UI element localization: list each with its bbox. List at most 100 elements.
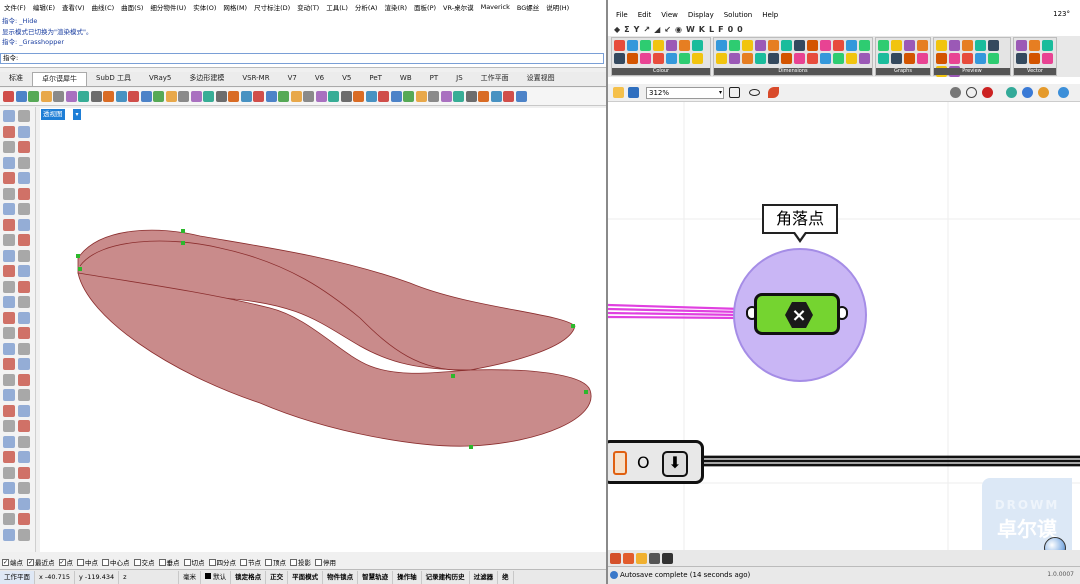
command-input[interactable]: 指令: (0, 53, 604, 64)
grasshopper-component-icon[interactable] (640, 40, 651, 51)
rhino-tool-icon[interactable] (3, 296, 15, 308)
rhino-tool-icon[interactable] (90, 91, 102, 102)
rhino-tool-icon[interactable] (78, 91, 89, 102)
rhino-tool-icon[interactable] (18, 373, 30, 386)
open-icon[interactable] (613, 87, 624, 98)
osnap-checkbox[interactable]: ✓ (27, 558, 34, 566)
grasshopper-component-icon[interactable] (755, 40, 766, 51)
menu-item[interactable]: 渲染(R) (384, 2, 407, 12)
rhino-tool-icon[interactable] (365, 91, 377, 102)
grasshopper-component-icon[interactable] (1029, 53, 1040, 64)
osnap-7[interactable]: 切点 (183, 557, 207, 567)
tab-item[interactable]: PeT (360, 72, 391, 86)
rhino-tool-icon[interactable] (18, 389, 30, 401)
grasshopper-component-icon[interactable] (755, 53, 766, 64)
rhino-tool-icon[interactable] (65, 91, 77, 102)
status-toggle[interactable]: 绝 (498, 570, 514, 584)
rhino-tool-icon[interactable] (18, 280, 30, 293)
menu-item[interactable]: 编辑(E) (33, 2, 55, 12)
grasshopper-component-icon[interactable] (878, 40, 889, 51)
grasshopper-component-icon[interactable] (936, 40, 947, 51)
grasshopper-component-icon[interactable] (614, 53, 625, 64)
zoom-combo[interactable]: 312% ▾ (646, 87, 724, 99)
model-surfaces[interactable] (40, 108, 606, 552)
gh-menu-item[interactable]: Help (762, 11, 778, 19)
grasshopper-component-icon[interactable] (833, 40, 844, 51)
rhino-tool-icon[interactable] (3, 528, 15, 541)
osnap-1[interactable]: ✓ 最近点 (27, 557, 57, 567)
rhino-tool-icon[interactable] (18, 172, 30, 184)
osnap-checkbox[interactable] (315, 558, 322, 566)
osnap-checkbox[interactable] (265, 558, 272, 566)
footer-tool-icon[interactable] (636, 552, 647, 564)
tab-item[interactable]: 标准 (0, 72, 32, 86)
status-toggle[interactable]: 平面模式 (288, 570, 324, 584)
rhino-tool-icon[interactable] (18, 187, 30, 200)
grasshopper-component-icon[interactable] (640, 53, 651, 64)
grasshopper-component-icon[interactable] (949, 40, 960, 51)
grasshopper-component-icon[interactable] (729, 40, 740, 51)
brush-icon[interactable] (768, 87, 779, 98)
rhino-tool-icon[interactable] (3, 249, 15, 262)
rhino-tool-icon[interactable] (18, 497, 30, 510)
tab-item[interactable]: PT (421, 72, 448, 86)
gh-component-tab[interactable]: Σ (624, 25, 629, 34)
rhino-tool-icon[interactable] (18, 141, 30, 153)
gh-component-tab[interactable]: ◆ (614, 25, 620, 34)
grasshopper-component-icon[interactable] (716, 53, 727, 64)
rhino-tool-icon[interactable] (203, 91, 214, 102)
rhino-tool-icon[interactable] (3, 172, 15, 184)
rhino-tool-icon[interactable] (18, 296, 30, 308)
tab-item[interactable]: WB (391, 72, 421, 86)
status-toggle[interactable]: 锁定格点 (231, 570, 267, 584)
grasshopper-component-icon[interactable] (679, 53, 690, 64)
rhino-tool-icon[interactable] (378, 91, 389, 102)
perspective-viewport[interactable]: 透视图 ▾ (40, 108, 606, 552)
rhino-tool-icon[interactable] (3, 125, 15, 138)
rhino-tool-icon[interactable] (15, 91, 27, 102)
rhino-tool-icon[interactable] (18, 156, 30, 169)
rhino-tool-icon[interactable] (3, 373, 15, 386)
tab-item[interactable]: VRay5 (140, 72, 180, 86)
grasshopper-component-icon[interactable] (781, 40, 792, 51)
preview-shaded-icon[interactable] (982, 87, 993, 98)
gh-menu-item[interactable]: View (661, 11, 678, 19)
menu-item[interactable]: 曲面(S) (121, 2, 143, 12)
grasshopper-component-icon[interactable] (988, 40, 999, 51)
display-icon[interactable] (1058, 87, 1069, 98)
rhino-tool-icon[interactable] (28, 91, 39, 102)
status-toggle[interactable]: 物件锁点 (323, 570, 359, 584)
menu-item[interactable]: 网格(M) (223, 2, 247, 12)
grasshopper-component-icon[interactable] (729, 53, 740, 64)
footer-tool-icon[interactable] (662, 552, 673, 564)
grasshopper-component-icon[interactable] (794, 40, 805, 51)
menu-item[interactable]: 尺寸标注(D) (254, 2, 290, 12)
rhino-tool-icon[interactable] (190, 91, 202, 102)
rhino-tool-icon[interactable] (478, 91, 489, 102)
grasshopper-component-icon[interactable] (878, 53, 889, 64)
rhino-tool-icon[interactable] (3, 466, 15, 479)
rhino-tool-icon[interactable] (18, 420, 30, 432)
grasshopper-component-icon[interactable] (1016, 53, 1027, 64)
grasshopper-component-icon[interactable] (768, 53, 779, 64)
grasshopper-component-icon[interactable] (807, 40, 818, 51)
osnap-8[interactable]: 四分点 (208, 557, 239, 567)
preview-icon[interactable] (950, 87, 961, 98)
rhino-tool-icon[interactable] (18, 249, 30, 262)
grasshopper-component-icon[interactable] (820, 40, 831, 51)
eye-icon[interactable] (749, 89, 760, 96)
status-toggle[interactable]: 过滤器 (470, 570, 499, 584)
rhino-tool-icon[interactable] (18, 234, 30, 246)
rhino-tool-icon[interactable] (53, 91, 64, 102)
rhino-tool-icon[interactable] (3, 404, 15, 417)
grasshopper-component-icon[interactable] (794, 53, 805, 64)
status-toggle[interactable]: 记录建构历史 (422, 570, 470, 584)
rhino-tool-icon[interactable] (128, 91, 139, 102)
rhino-tool-icon[interactable] (3, 327, 15, 339)
rhino-tool-icon[interactable] (3, 513, 15, 525)
grasshopper-component-icon[interactable] (833, 53, 844, 64)
menu-item[interactable]: 文件(F) (4, 2, 26, 12)
grasshopper-component-icon[interactable] (692, 53, 703, 64)
grasshopper-component-icon[interactable] (1042, 53, 1053, 64)
osnap-5[interactable]: 交点 (133, 557, 157, 567)
